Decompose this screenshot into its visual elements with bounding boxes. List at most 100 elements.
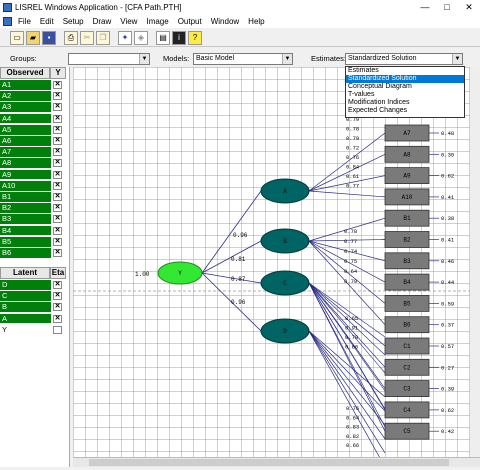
info-icon[interactable]: i <box>172 30 186 45</box>
latent-row[interactable]: B ✕ <box>0 302 66 314</box>
observed-row[interactable]: B6 ✕ <box>0 248 66 259</box>
observed-row[interactable]: A8 ✕ <box>0 158 66 170</box>
observed-row[interactable]: A3 ✕ <box>0 102 66 114</box>
y-checkbox[interactable]: ✕ <box>53 193 62 201</box>
loading-value: 0.77 <box>344 238 357 245</box>
observed-row[interactable]: B4 ✕ <box>0 225 66 237</box>
minimize-button[interactable]: — <box>414 0 436 14</box>
estimates-option[interactable]: Conceptual Diagram <box>346 83 464 91</box>
estimates-option[interactable]: T-values <box>346 91 464 99</box>
save-icon[interactable]: ▪ <box>42 30 56 45</box>
open-folder-icon[interactable]: ▰ <box>26 30 40 45</box>
y-variance: 1.00 <box>135 271 150 278</box>
y-checkbox[interactable]: ✕ <box>53 249 62 257</box>
latent-row[interactable]: A ✕ <box>0 313 66 325</box>
observed-name: A4 <box>0 113 51 124</box>
observed-name: A9 <box>0 169 51 180</box>
y-checkbox[interactable]: ✕ <box>53 204 62 213</box>
observed-row[interactable]: B3 ✕ <box>0 214 66 226</box>
app-icon <box>3 2 12 12</box>
loading-value: 0.78 <box>345 334 358 341</box>
y-checkbox[interactable]: ✕ <box>53 159 62 168</box>
menu-edit[interactable]: Edit <box>40 17 54 26</box>
latent-header: Latent <box>0 267 50 279</box>
indicator-name: A8 <box>403 151 411 158</box>
observed-name: B5 <box>0 236 51 247</box>
eta-checkbox[interactable] <box>53 325 62 334</box>
estimates-option[interactable]: Standardized Solution <box>346 75 464 83</box>
groups-select[interactable]: ▼ <box>68 53 150 65</box>
latent-row[interactable]: Y <box>0 324 66 336</box>
y-checkbox[interactable]: ✕ <box>53 148 62 157</box>
menu-setup[interactable]: Setup <box>63 17 84 26</box>
loading-value: 0.72 <box>346 145 359 152</box>
horizontal-scrollbar[interactable] <box>73 457 480 467</box>
print-output-icon[interactable]: ▤ <box>156 30 170 45</box>
menu-window[interactable]: Window <box>211 17 239 26</box>
y-checkbox[interactable]: ✕ <box>53 92 62 101</box>
estimates-option[interactable]: Modification Indices <box>346 99 464 107</box>
observed-row[interactable]: B2 ✕ <box>0 203 66 214</box>
cut-icon[interactable]: ✂ <box>80 30 94 45</box>
latent-row[interactable]: C ✕ <box>0 291 66 302</box>
y-checkbox[interactable]: ✕ <box>53 237 62 246</box>
observed-row[interactable]: A9 ✕ <box>0 169 66 181</box>
loading-value: 0.74 <box>344 248 358 255</box>
menu-output[interactable]: Output <box>178 17 202 26</box>
observed-name: B6 <box>0 248 51 258</box>
y-checkbox[interactable]: ✕ <box>53 181 62 190</box>
menu-help[interactable]: Help <box>248 17 264 26</box>
vertical-scrollbar[interactable] <box>470 67 480 457</box>
observed-row[interactable]: A10 ✕ <box>0 180 66 192</box>
models-select[interactable]: Basic Model ▼ <box>193 53 293 65</box>
y-checkbox[interactable]: ✕ <box>53 137 62 145</box>
observed-row[interactable]: A2 ✕ <box>0 91 66 102</box>
error-variance: 0.38 <box>441 215 454 222</box>
estimates-dropdown-list: Estimates Standardized Solution Conceptual… <box>345 66 465 118</box>
print-icon[interactable]: ⎙ <box>64 30 78 45</box>
menu-file[interactable]: File <box>18 17 31 26</box>
path-value: 0.96 <box>231 299 246 306</box>
observed-name: B1 <box>0 192 51 202</box>
menu-image[interactable]: Image <box>146 17 168 26</box>
document-icon <box>3 16 12 26</box>
eraser-icon[interactable]: ◈ <box>134 30 148 45</box>
y-checkbox[interactable]: ✕ <box>53 103 62 112</box>
observed-row[interactable]: B1 ✕ <box>0 192 66 203</box>
observed-row[interactable]: A7 ✕ <box>0 147 66 158</box>
estimates-select[interactable]: Standardized Solution ▼ <box>345 53 463 65</box>
latent-row[interactable]: D ✕ <box>0 280 66 291</box>
maximize-button[interactable]: □ <box>436 0 458 14</box>
menu-view[interactable]: View <box>120 17 137 26</box>
observed-row[interactable]: A6 ✕ <box>0 136 66 147</box>
loading-value: 0.64 <box>344 268 358 275</box>
copy-icon[interactable]: ❐ <box>96 30 110 45</box>
eta-checkbox[interactable]: ✕ <box>53 292 62 301</box>
observed-name: B4 <box>0 225 51 236</box>
y-checkbox[interactable]: ✕ <box>53 226 62 235</box>
estimates-option[interactable]: Estimates <box>346 67 464 75</box>
close-button[interactable]: ✕ <box>458 0 480 14</box>
observed-row[interactable]: A5 ✕ <box>0 124 66 136</box>
groups-label: Groups: <box>10 54 37 63</box>
eta-checkbox[interactable]: ✕ <box>53 314 62 323</box>
estimates-option[interactable]: Expected Changes <box>346 107 464 115</box>
new-file-icon[interactable]: ▭ <box>10 30 24 45</box>
observed-row[interactable]: A4 ✕ <box>0 113 66 125</box>
path-diagram-canvas[interactable]: 0.96 0.81 0.87 0.96 1.00 0.79 0.78 0.79 0.72 0.76… <box>73 67 480 457</box>
indicator-name: B6 <box>403 322 411 329</box>
help-icon[interactable]: ? <box>188 30 202 45</box>
title-bar: LISREL Windows Application - [CFA Path.P… <box>0 0 480 14</box>
scroll-thumb[interactable] <box>89 459 449 466</box>
observed-row[interactable]: A1 ✕ <box>0 80 66 91</box>
y-checkbox[interactable]: ✕ <box>53 114 62 123</box>
menu-draw[interactable]: Draw <box>93 17 112 26</box>
y-checkbox[interactable]: ✕ <box>53 215 62 224</box>
run-icon[interactable]: ✦ <box>118 30 132 45</box>
y-checkbox[interactable]: ✕ <box>53 125 62 134</box>
eta-checkbox[interactable]: ✕ <box>53 281 62 289</box>
y-checkbox[interactable]: ✕ <box>53 170 62 179</box>
eta-checkbox[interactable]: ✕ <box>53 303 62 312</box>
y-checkbox[interactable]: ✕ <box>53 81 62 89</box>
observed-row[interactable]: B5 ✕ <box>0 236 66 248</box>
